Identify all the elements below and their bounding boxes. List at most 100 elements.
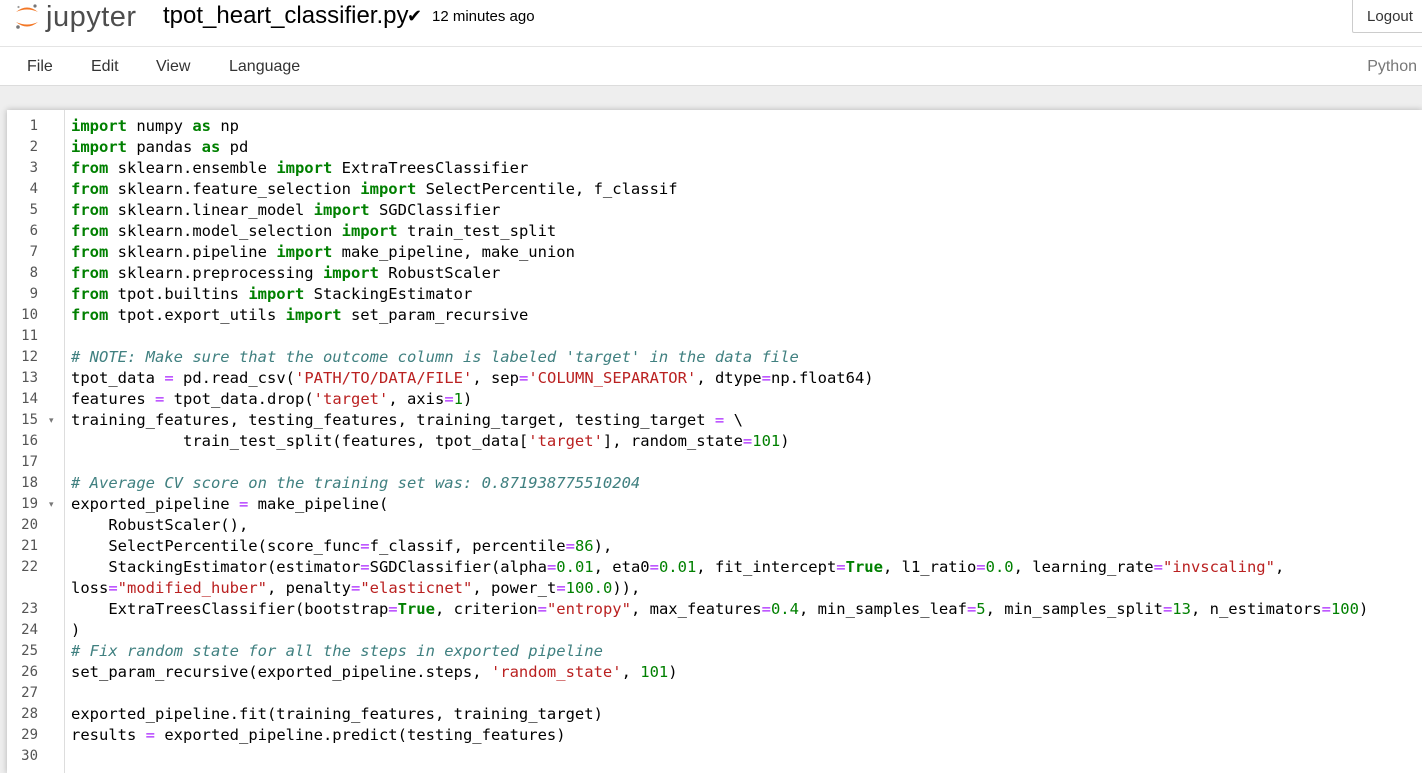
code-token: = [537,600,547,618]
menu-edit[interactable]: Edit [91,58,119,76]
code-token: train_test_split(features, tpot_data[ [71,432,529,450]
code-token: np.float64) [770,369,874,387]
code-token: sklearn.linear_model [108,201,314,219]
line-number: 4 [29,181,38,197]
line-number: 7 [29,244,38,260]
menu-language[interactable]: Language [229,58,300,76]
code-token: from [71,243,109,261]
code-token: = [1153,558,1163,576]
code-line: results = exported_pipeline.predict(test… [71,725,566,746]
code-line: StackingEstimator(estimator=SGDClassifie… [71,557,1284,578]
code-token: 0.01 [658,558,697,576]
language-indicator: Python [1367,58,1417,75]
code-token: = [145,726,155,744]
line-number: 5 [29,202,38,218]
code-line: features = tpot_data.drop('target', axis… [71,389,472,410]
code-token: pandas [127,138,202,156]
code-token: )), [612,579,641,597]
code-token: = [976,558,986,576]
code-token: exported_pipeline [71,495,239,513]
code-token: \ [724,411,743,429]
code-token: features [71,390,155,408]
code-token: , min_samples_split [985,600,1163,618]
line-number: 2 [29,139,38,155]
code-token: 'random_state' [490,663,622,681]
code-line: from sklearn.model_selection import trai… [71,221,556,242]
code-token: tpot.export_utils [108,306,286,324]
code-editor[interactable]: 1 2 3 4 5 6 7 8 9 10 11 12 13 14 15 ▾ 16 17 18 19 ▾ 20 21 22 23 2… [7,110,1422,773]
code-line: RobustScaler(), [71,515,248,536]
code-line: from sklearn.linear_model import SGDClas… [71,200,500,221]
code-token: as [192,117,211,135]
code-line: from sklearn.pipeline import make_pipeli… [71,242,575,263]
code-token: # Average CV score on the training set w… [71,474,641,492]
code-token: ) [1358,600,1369,618]
line-number: 13 [21,370,38,386]
logout-button[interactable]: Logout [1352,0,1422,33]
code-token: training_features, testing_features, tra… [71,411,715,429]
code-token: = [360,537,370,555]
code-token: , [621,663,641,681]
code-token: tpot_data.drop( [164,390,314,408]
code-line: training_features, testing_features, tra… [71,410,743,431]
code-token: import [276,159,333,177]
code-line: # Average CV score on the training set w… [71,473,640,494]
code-token: sklearn.model_selection [108,222,342,240]
save-status: 12 minutes ago [432,8,535,25]
code-token: ) [71,621,81,639]
code-token: from [71,264,109,282]
jupyter-logo-icon [16,4,38,29]
code-token: 5 [976,600,986,618]
code-token: loss [71,579,109,597]
code-token: = [649,558,659,576]
logo-text: jupyter [46,0,137,33]
code-token: import [71,117,127,135]
line-number: 25 [21,643,38,659]
code-token: , max_features [630,600,762,618]
code-token: RobustScaler [378,264,501,282]
line-number: 28 [21,706,38,722]
code-token: import [341,222,398,240]
code-token: "modified_huber" [117,579,267,597]
code-line: SelectPercentile(score_func=f_classif, p… [71,536,612,557]
code-token: , power_t [472,579,557,597]
code-token: 101 [640,663,669,681]
code-token: = [742,432,753,450]
fold-arrow-icon[interactable]: ▾ [49,410,54,431]
code-token: train_test_split [397,222,557,240]
code-token: = [556,579,566,597]
file-name[interactable]: tpot_heart_classifier.py [163,2,408,30]
code-token: True [397,600,435,618]
code-token: from [71,306,109,324]
jupyter-logo[interactable]: jupyter [14,0,137,33]
code-token: = [836,558,846,576]
code-line: from tpot.builtins import StackingEstima… [71,284,472,305]
line-number: 19 [21,496,38,512]
code-token: StackingEstimator(estimator [71,558,361,576]
code-line: from sklearn.ensemble import ExtraTreesC… [71,158,528,179]
code-token: results [71,726,146,744]
line-number: 26 [21,664,38,680]
code-token: make_pipeline( [248,495,389,513]
code-token: ExtraTreesClassifier(bootstrap [71,600,389,618]
code-token: exported_pipeline.predict(testing_featur… [155,726,566,744]
code-token: , dtype [696,369,762,387]
code-token: , sep [472,369,519,387]
code-token: "entropy" [546,600,631,618]
header-bar: jupyter tpot_heart_classifier.py ✔ 12 mi… [0,0,1422,46]
code-token: = [444,390,454,408]
code-token: from [71,159,109,177]
menu-view[interactable]: View [156,58,190,76]
saved-check-icon: ✔ [407,6,423,26]
code-token: = [164,369,174,387]
code-line: loss="modified_huber", penalty="elasticn… [71,578,640,599]
code-line: set_param_recursive(exported_pipeline.st… [71,662,678,683]
code-token: 0.0 [985,558,1014,576]
code-token: , n_estimators [1190,600,1322,618]
menu-file[interactable]: File [27,58,53,76]
fold-arrow-icon[interactable]: ▾ [49,494,54,515]
code-token: 0.4 [770,600,799,618]
code-token: # NOTE: Make sure that the outcome colum… [71,348,799,366]
code-token: 100.0 [565,579,613,597]
code-token: = [1321,600,1331,618]
